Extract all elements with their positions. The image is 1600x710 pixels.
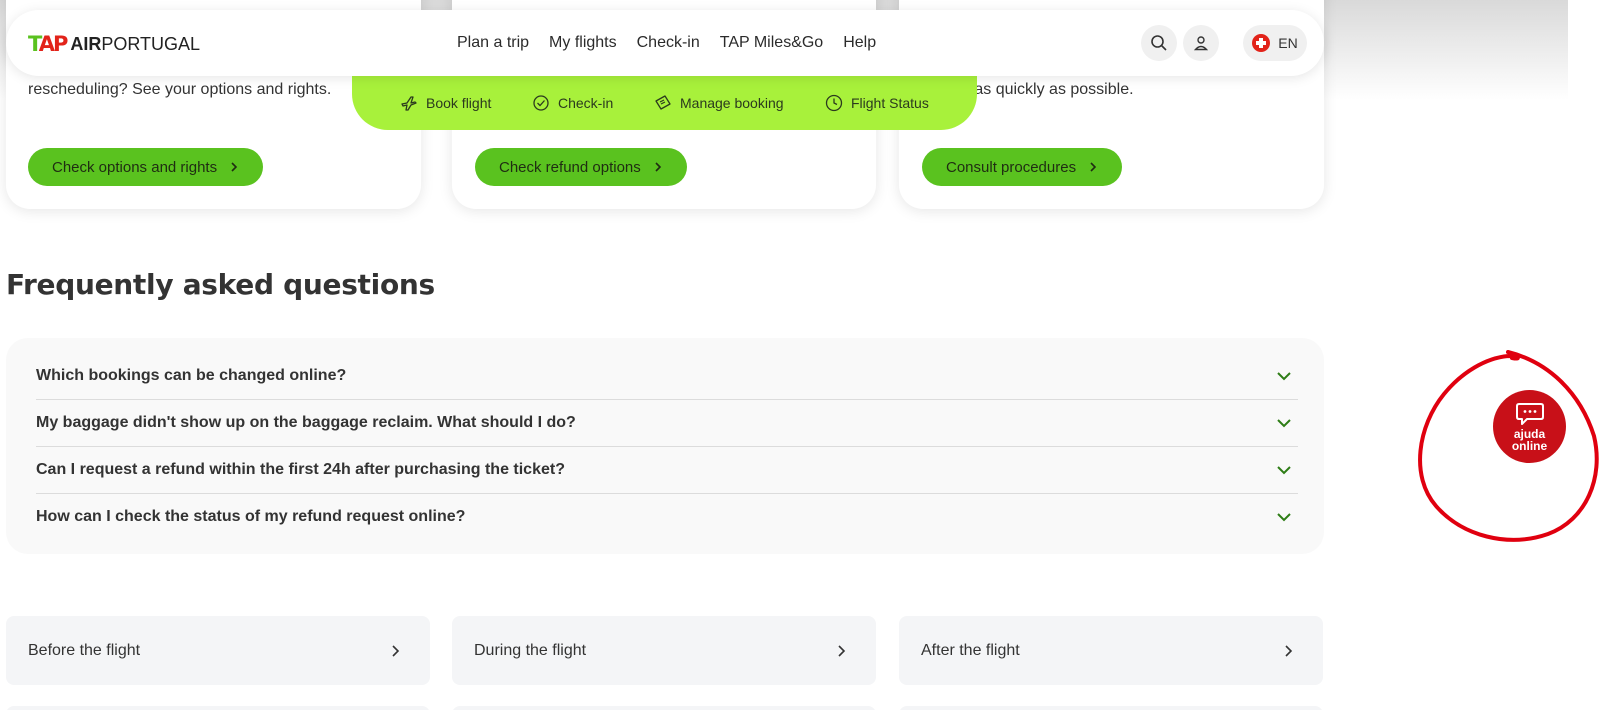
check-options-button[interactable]: Check options and rights bbox=[28, 148, 264, 186]
nav-help[interactable]: Help bbox=[843, 34, 876, 52]
quick-flight-status[interactable]: Flight Status bbox=[825, 94, 929, 112]
chat-bubble-icon bbox=[1515, 403, 1544, 425]
faq-item[interactable]: Which bookings can be changed online? bbox=[36, 352, 1296, 399]
chevron-down-icon bbox=[1277, 512, 1291, 521]
user-icon bbox=[1193, 36, 1209, 51]
quick-label: Flight Status bbox=[851, 95, 929, 111]
nav-check-in[interactable]: Check-in bbox=[637, 34, 700, 52]
button-label: Check refund options bbox=[499, 158, 641, 176]
logo-wordmark: AIRPORTUGAL bbox=[70, 34, 201, 54]
card-text: rescheduling? See your options and right… bbox=[28, 81, 332, 98]
chevron-right-icon bbox=[392, 644, 400, 657]
chat-label-line2: online bbox=[1511, 439, 1548, 453]
site-header: TAP AIRPORTUGAL Plan a trip My flights C… bbox=[6, 10, 1324, 76]
account-button[interactable] bbox=[1183, 25, 1219, 61]
chevron-right-icon bbox=[231, 162, 238, 172]
page-edge bbox=[1568, 0, 1600, 710]
link-after-the-flight[interactable]: After the flight bbox=[899, 616, 1323, 685]
quick-manage-booking[interactable]: Manage booking bbox=[654, 94, 784, 112]
faq-question: Can I request a refund within the first … bbox=[36, 460, 565, 478]
language-selector[interactable]: EN bbox=[1243, 25, 1307, 61]
quick-book-flight[interactable]: Book flight bbox=[400, 94, 491, 112]
nav-tap-miles-go[interactable]: TAP Miles&Go bbox=[720, 34, 823, 52]
clock-icon bbox=[825, 94, 843, 112]
consult-procedures-button[interactable]: Consult procedures bbox=[922, 148, 1123, 186]
faq-question: My baggage didn't show up on the baggage… bbox=[36, 413, 576, 431]
language-code: EN bbox=[1278, 35, 1298, 51]
faq-item[interactable]: How can I check the status of my refund … bbox=[36, 493, 1296, 540]
check-circle-icon bbox=[533, 95, 549, 111]
chevron-right-icon bbox=[1090, 162, 1097, 172]
chevron-down-icon bbox=[1277, 418, 1291, 427]
chevron-down-icon bbox=[1277, 371, 1291, 380]
quick-label: Manage booking bbox=[680, 95, 784, 111]
next-row-card bbox=[899, 706, 1323, 710]
faq-question: Which bookings can be changed online? bbox=[36, 366, 347, 384]
switzerland-flag-icon bbox=[1252, 34, 1271, 52]
link-label: Before the flight bbox=[28, 641, 141, 659]
chevron-right-icon bbox=[1285, 644, 1293, 657]
button-label: Check options and rights bbox=[52, 158, 218, 176]
logo-mark: TAP bbox=[28, 32, 68, 56]
quick-check-in[interactable]: Check-in bbox=[532, 94, 613, 112]
link-during-the-flight[interactable]: During the flight bbox=[452, 616, 876, 685]
faq-item[interactable]: Can I request a refund within the first … bbox=[36, 446, 1296, 493]
link-label: During the flight bbox=[474, 641, 587, 659]
faq-heading: Frequently asked questions bbox=[6, 268, 435, 301]
faq-question: How can I check the status of my refund … bbox=[36, 507, 466, 525]
faq-item[interactable]: My baggage didn't show up on the baggage… bbox=[36, 399, 1296, 446]
check-refund-button[interactable]: Check refund options bbox=[475, 148, 687, 186]
ticket-icon bbox=[655, 95, 671, 110]
card-text: n as quickly as possible. bbox=[961, 81, 1134, 98]
search-button[interactable] bbox=[1141, 25, 1177, 61]
main-nav: Plan a trip My flights Check-in TAP Mile… bbox=[457, 10, 876, 76]
next-row-card bbox=[452, 706, 876, 710]
quick-label: Check-in bbox=[558, 95, 614, 111]
search-icon bbox=[1151, 35, 1167, 51]
chevron-down-icon bbox=[1277, 465, 1291, 474]
link-label: After the flight bbox=[921, 641, 1020, 659]
nav-plan-a-trip[interactable]: Plan a trip bbox=[457, 34, 529, 52]
quick-label: Book flight bbox=[426, 95, 492, 111]
online-help-chat-button[interactable]: ajuda online bbox=[1493, 390, 1566, 463]
next-row-card bbox=[6, 706, 430, 710]
link-before-the-flight[interactable]: Before the flight bbox=[6, 616, 430, 685]
chevron-right-icon bbox=[838, 644, 846, 657]
button-label: Consult procedures bbox=[946, 158, 1077, 176]
tap-logo[interactable]: TAP AIRPORTUGAL bbox=[28, 32, 200, 56]
chevron-right-icon bbox=[655, 162, 661, 172]
plane-icon bbox=[401, 96, 417, 111]
nav-my-flights[interactable]: My flights bbox=[549, 34, 617, 52]
faq-accordion: Which bookings can be changed online? My… bbox=[6, 338, 1324, 554]
